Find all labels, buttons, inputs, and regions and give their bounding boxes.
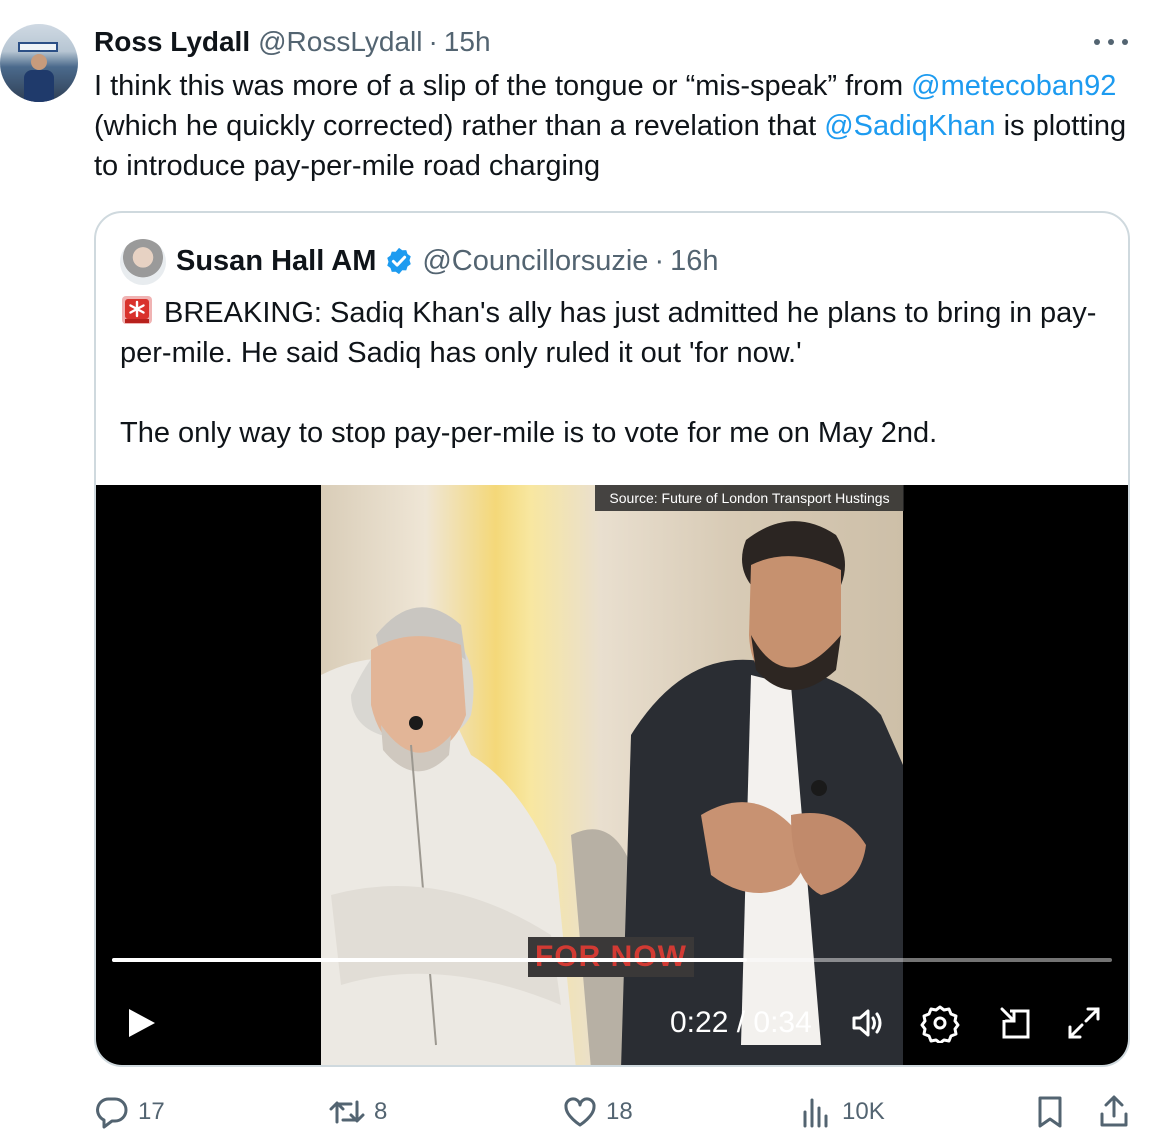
mention-link-sadiqkhan[interactable]: @SadiqKhan [824,110,995,142]
settings-icon[interactable] [920,1003,960,1043]
avatar-body-shape [24,70,54,102]
reply-count: 17 [138,1098,165,1125]
video-progress-bar[interactable] [112,958,1112,962]
verified-badge-icon [387,247,412,275]
quoted-author-avatar [120,239,166,285]
quoted-tweet-timestamp: 16h [670,244,719,277]
mention-link-metecoban92[interactable]: @metecoban92 [911,70,1116,102]
views-count: 10K [842,1098,885,1125]
quoted-text-line-1: BREAKING: Sadiq Khan's ally has just adm… [120,297,1097,369]
tweet-text-part: I think this was more of a slip of the t… [94,70,912,102]
share-button[interactable] [1096,1090,1140,1134]
volume-icon[interactable] [848,1003,888,1043]
repost-count: 8 [374,1098,388,1125]
heart-icon [564,1097,596,1127]
quoted-author-name: Susan Hall AM [176,244,377,277]
author-avatar[interactable] [0,24,78,102]
quoted-paragraph-1: BREAKING: Sadiq Khan's ally has just adm… [120,293,1110,373]
video-frame-illustration [321,521,903,1065]
views-chart-icon [803,1098,828,1128]
rotating-light-icon [122,296,152,324]
tweet-timestamp[interactable]: 15h [444,26,491,58]
quoted-header-separator: · [654,244,665,277]
more-options-button[interactable] [1094,30,1128,54]
video-timecode: 0:22 / 0:34 [670,1006,812,1039]
more-dot-icon [1108,39,1114,45]
video-progress-fill [112,958,747,962]
avatar-head-shape [31,54,47,70]
tweet-text-part: (which he quickly corrected) rather than… [94,110,825,142]
quoted-paragraph-2: The only way to stop pay-per-mile is to … [120,417,938,449]
author-name[interactable]: Ross Lydall [94,26,250,58]
more-dot-icon [1122,39,1128,45]
avatar-sign-shape [18,42,58,52]
quoted-tweet-header: Susan Hall AM @Councillorsuzie · 16h [176,243,719,279]
video-caption: FOR NOW [528,937,694,977]
video-frame [321,485,903,1065]
quoted-tweet-text: BREAKING: Sadiq Khan's ally has just adm… [120,293,1110,453]
play-icon[interactable] [124,1006,158,1040]
bookmark-button[interactable] [1032,1090,1076,1134]
video-player[interactable]: Source: Future of London Transport Husti… [96,485,1128,1065]
picture-in-picture-icon[interactable] [996,1003,1036,1043]
tweet-text: I think this was more of a slip of the t… [94,66,1134,186]
bookmark-icon [1038,1096,1062,1128]
repost-button[interactable]: 8 [328,1090,387,1134]
views-button[interactable]: 10K [798,1090,885,1134]
like-count: 18 [606,1098,633,1125]
quoted-author-handle: @Councillorsuzie [422,244,649,277]
video-source-tag: Source: Future of London Transport Husti… [595,485,904,511]
like-button[interactable]: 18 [562,1090,633,1134]
author-handle[interactable]: @RossLydall [258,26,422,58]
reply-icon [96,1097,128,1129]
header-separator: · [428,26,438,57]
fullscreen-icon[interactable] [1064,1003,1104,1043]
repost-icon [329,1100,365,1124]
more-dot-icon [1094,39,1100,45]
tweet-action-bar: 17 8 18 10K [94,1090,1134,1134]
share-icon [1100,1095,1128,1127]
tweet-header: Ross Lydall @RossLydall · 15h [94,24,491,60]
reply-button[interactable]: 17 [94,1090,165,1134]
quoted-tweet-card[interactable]: Susan Hall AM @Councillorsuzie · 16h BRE… [94,211,1130,1067]
